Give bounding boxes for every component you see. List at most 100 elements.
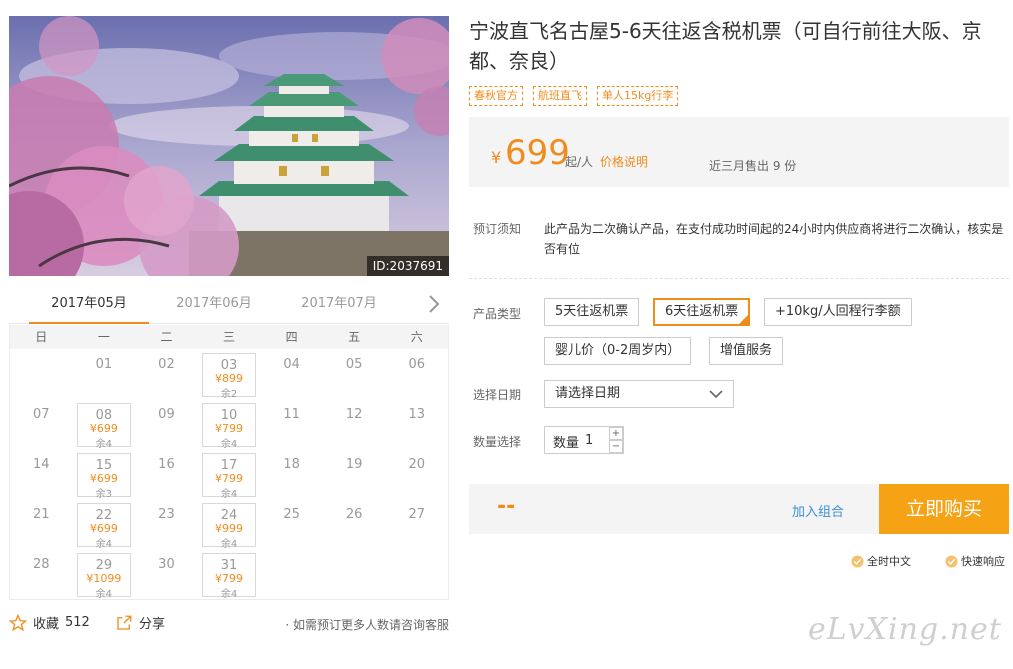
option-extra-luggage[interactable]: +10kg/人回程行李额	[764, 298, 912, 326]
option-5day-ticket[interactable]: 5天往返机票	[544, 298, 640, 326]
calendar-day-number: 24	[220, 508, 238, 523]
product-title: 宁波直飞名古屋5-6天往返含税机票（可自行前往大阪、京都、奈良）	[469, 19, 982, 73]
product-photo: ID:2037691	[9, 16, 449, 276]
calendar-day-number: 17	[220, 458, 238, 473]
calendar-cell: 25	[260, 499, 323, 549]
calendar-available-day[interactable]: 10 ¥799 余4	[201, 403, 257, 450]
calendar-cell: 06	[385, 349, 448, 399]
calendar-day-number: 31	[220, 558, 238, 573]
calendar-cell: 10 ¥799 余4	[198, 399, 261, 450]
calendar-day-number: 13	[408, 407, 426, 422]
quantity-label: 数量选择	[473, 435, 522, 449]
tab-month-05[interactable]: 2017年05月	[29, 288, 149, 324]
calendar-cell: 04	[260, 349, 323, 399]
calendar-cell	[323, 549, 386, 599]
calendar-day-number: 29	[95, 558, 113, 573]
calendar-cell: 02	[135, 349, 198, 399]
calendar-available-day[interactable]: 08 ¥699 余4	[76, 403, 132, 450]
price-value: 699	[505, 133, 570, 173]
calendar-cell: 05	[323, 349, 386, 399]
calendar-cell: 12	[323, 399, 386, 449]
quantity-plus-button[interactable]: +	[609, 427, 623, 440]
quantity-input[interactable]	[585, 430, 610, 450]
calendar-day-number: 03	[220, 358, 238, 373]
date-select[interactable]: 请选择日期	[544, 380, 734, 408]
calendar-available-day[interactable]: 24 ¥999 余4	[201, 503, 257, 550]
calendar-day-number: 11	[283, 407, 300, 422]
calendar-day-price: ¥699	[89, 472, 118, 485]
calendar-available-day[interactable]: 03 ¥899 余2	[201, 353, 257, 400]
calendar-available-day[interactable]: 15 ¥699 余3	[76, 453, 132, 500]
calendar-cell: 19	[323, 449, 386, 499]
sales-count: 近三月售出 9 份	[709, 159, 797, 173]
calendar-weekday-header: 日一二三四五六	[10, 325, 448, 349]
calendar-week-row: 28 29 ¥1099 余4 30 31 ¥799 余4	[10, 549, 448, 600]
calendar-day-number: 09	[158, 407, 175, 422]
calendar-day-remaining: 余2	[220, 389, 238, 400]
calendar-cell: 23	[135, 499, 198, 549]
weekday-label: 五	[348, 330, 361, 344]
weekday-label: 二	[160, 330, 173, 344]
calendar-week-row: 21 22 ¥699 余4 23 24 ¥999 余4 25 26 27	[10, 499, 448, 550]
favorite-label: 收藏	[33, 617, 60, 632]
calendar-cell: 18	[260, 449, 323, 499]
calendar-day-number: 16	[158, 457, 175, 472]
option-6day-ticket[interactable]: 6天往返机票	[653, 298, 751, 326]
badge-label: 快速响应	[961, 555, 1005, 568]
check-circle-icon	[851, 554, 864, 568]
calendar-cell: 27	[385, 499, 448, 549]
calendar-cell: 31 ¥799 余4	[198, 549, 261, 600]
price-calendar: 日一二三四五六 01 02 03 ¥899 余2 04 05 06 07 08 ¥699 余4 09 10…	[9, 325, 449, 600]
calendar-cell: 30	[135, 549, 198, 599]
calendar-day-number: 04	[283, 357, 300, 372]
share-button[interactable]: 分享	[115, 613, 165, 632]
calendar-available-day[interactable]: 29 ¥1099 余4	[76, 553, 132, 600]
calendar-cell: 08 ¥699 余4	[73, 399, 136, 450]
tab-month-06[interactable]: 2017年06月	[154, 288, 274, 324]
calendar-day-price: ¥799	[215, 422, 244, 435]
tag-badge: 单人15kg行李	[597, 86, 679, 106]
price-explain-link[interactable]: 价格说明	[600, 153, 648, 170]
buy-now-button[interactable]: 立即购买	[879, 484, 1009, 534]
notice-text: 此产品为二次确认产品，在支付成功时间起的24小时内供应商将进行二次确认，核实是否…	[544, 222, 1004, 256]
calendar-day-number: 12	[345, 407, 363, 422]
selected-check-icon	[738, 314, 750, 325]
product-type-label: 产品类型	[473, 307, 522, 321]
calendar-day-number: 22	[95, 508, 113, 523]
tab-month-07[interactable]: 2017年07月	[279, 288, 399, 324]
calendar-cell: 11	[260, 399, 323, 449]
add-combo-link[interactable]: 加入组合	[792, 501, 844, 520]
product-tags: 春秋官方 航班直飞 单人15kg行李	[469, 86, 679, 106]
calendar-day-remaining: 余3	[95, 489, 113, 500]
calendar-day-number: 28	[33, 557, 50, 572]
calendar-week-row: 07 08 ¥699 余4 09 10 ¥799 余4 11 12 13	[10, 399, 448, 450]
weekday-label: 日	[35, 330, 48, 344]
calendar-cell: 20	[385, 449, 448, 499]
calendar-cell	[385, 549, 448, 599]
site-watermark: eLvXing.net	[808, 612, 1002, 647]
favorite-button[interactable]: 收藏 512	[9, 613, 90, 632]
calendar-day-number: 27	[408, 507, 426, 522]
quantity-minus-button[interactable]: −	[609, 440, 623, 453]
calendar-week-row: 14 15 ¥699 余3 16 17 ¥799 余4 18 19 20	[10, 449, 448, 500]
calendar-available-day[interactable]: 31 ¥799 余4	[201, 553, 257, 600]
share-label: 分享	[139, 617, 166, 632]
option-infant-price[interactable]: 婴儿价（0-2周岁内）	[544, 337, 692, 365]
calendar-day-number: 18	[283, 457, 300, 472]
calendar-day-number: 02	[158, 357, 175, 372]
calendar-day-remaining: 余4	[220, 539, 238, 550]
chevron-right-icon[interactable]	[427, 294, 443, 314]
calendar-week-row: 01 02 03 ¥899 余2 04 05 06	[10, 349, 448, 400]
calendar-cell: 03 ¥899 余2	[198, 349, 261, 400]
option-value-added-service[interactable]: 增值服务	[709, 337, 784, 365]
weekday-label: 三	[223, 330, 236, 344]
calendar-available-day[interactable]: 22 ¥699 余4	[76, 503, 132, 550]
tag-badge: 航班直飞	[533, 86, 587, 106]
calendar-day-remaining: 余4	[220, 589, 238, 600]
calendar-available-day[interactable]: 17 ¥799 余4	[201, 453, 257, 500]
favorite-count: 512	[65, 615, 90, 630]
calendar-cell: 16	[135, 449, 198, 499]
service-badge-chinese: 全时中文	[851, 553, 911, 569]
calendar-cell	[260, 549, 323, 599]
calendar-cell: 21	[10, 499, 73, 549]
